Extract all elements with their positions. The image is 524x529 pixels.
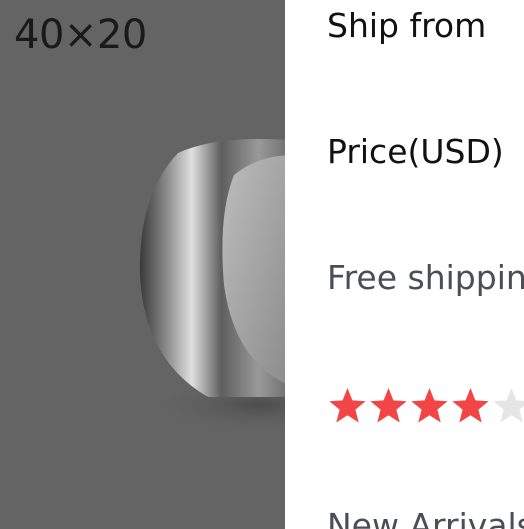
star-filled-icon (329, 388, 366, 423)
product-image-panel[interactable]: 40×20 (0, 0, 285, 529)
star-empty-icon (493, 388, 524, 423)
new-arrivals-label[interactable]: New Arrivals (327, 506, 524, 529)
rating-stars (327, 386, 524, 427)
star-filled-icon (452, 388, 489, 423)
star-filled-icon (370, 388, 407, 423)
product-details: Ship from Price(USD) Free shippin New Ar… (285, 0, 524, 529)
free-shipping-label[interactable]: Free shippin (327, 258, 524, 297)
size-label: 40×20 (14, 12, 147, 58)
star-filled-icon (411, 388, 448, 423)
price-label: Price(USD) (327, 132, 504, 171)
magnet-icon (139, 138, 285, 435)
ship-from-label: Ship from (327, 6, 487, 45)
